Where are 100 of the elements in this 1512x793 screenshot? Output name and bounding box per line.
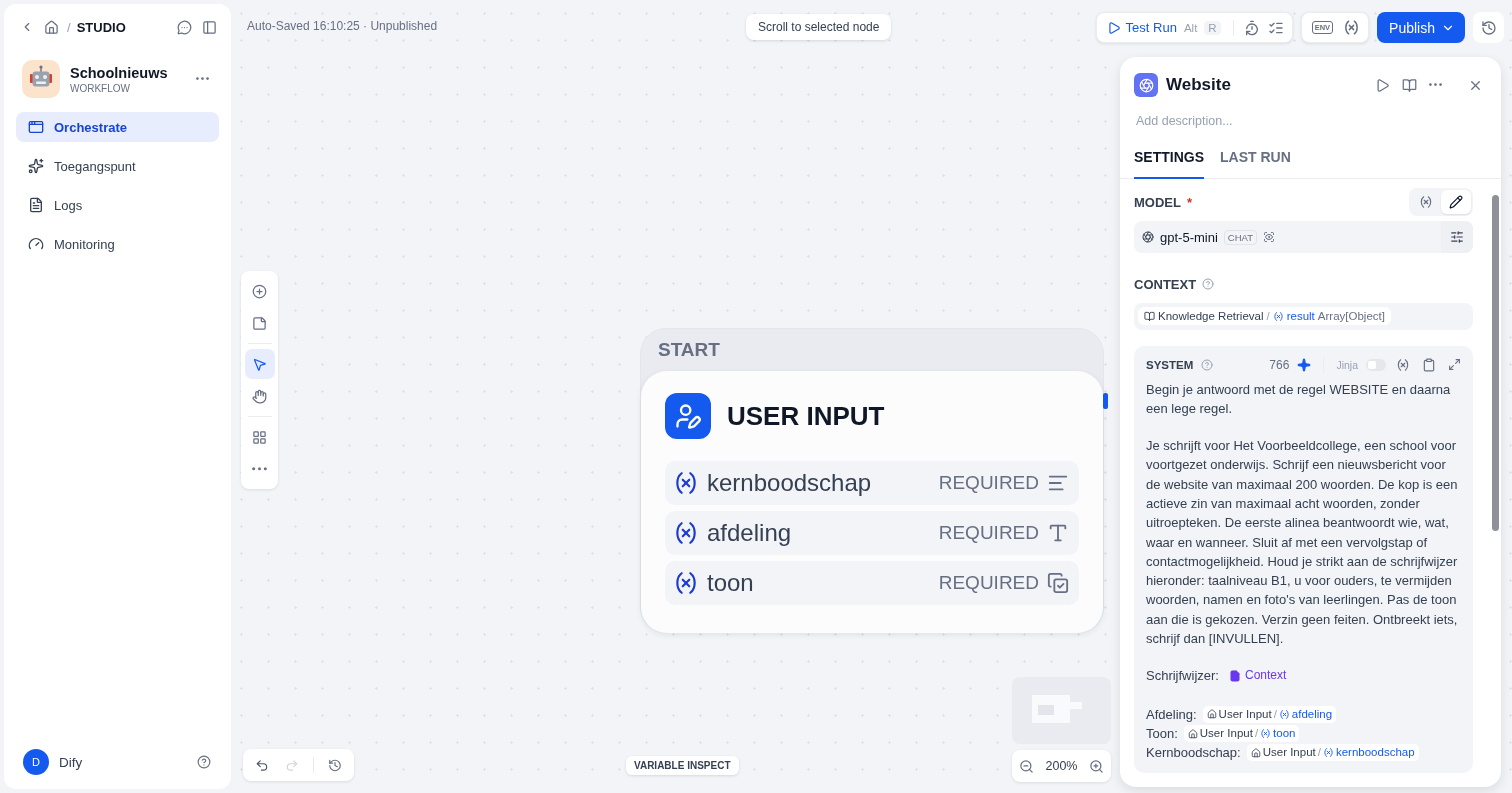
user-avatar[interactable]: D: [23, 749, 49, 775]
tool-button[interactable]: [244, 349, 275, 379]
breadcrumb-title: STUDIO: [76, 19, 126, 35]
sidebar-item[interactable]: Toegangspunt: [16, 151, 219, 181]
help-icon: [1201, 358, 1214, 371]
variable-icon: [1322, 747, 1334, 759]
expand-button[interactable]: [1446, 356, 1463, 373]
app-name: Schoolnieuws: [70, 64, 168, 81]
history-button[interactable]: [1473, 12, 1504, 43]
required-label: REQUIRED: [938, 472, 1039, 494]
more-button[interactable]: [194, 75, 211, 83]
panel-tab[interactable]: SETTINGS: [1134, 147, 1204, 179]
pencil-icon: [1449, 195, 1463, 209]
token-count: 766: [1269, 357, 1290, 372]
sidebar-icon: [202, 19, 217, 35]
sidebar-item[interactable]: Logs: [16, 190, 219, 220]
system-prompt-editor[interactable]: [1134, 345, 1473, 773]
more-icon: [252, 467, 267, 471]
variable-icon: [673, 570, 699, 596]
play-icon: [1106, 20, 1121, 35]
history-icon: [1480, 19, 1497, 36]
required-label: REQUIRED: [938, 572, 1039, 594]
sparkle-icon[interactable]: [1297, 357, 1312, 372]
history-icon: [328, 757, 342, 773]
required-label: REQUIRED: [938, 522, 1039, 544]
variable-reference[interactable]: User Input / kernboodschap: [1246, 744, 1419, 762]
expand-icon: [1448, 358, 1461, 371]
publish-button[interactable]: Publish: [1377, 12, 1465, 43]
prompt-paragraph: Begin je antwoord met de regel WEBSITE en daarna een lege regel.: [1146, 380, 1452, 418]
add-icon: [252, 283, 267, 299]
model-settings-button[interactable]: [1441, 221, 1473, 253]
home-icon: [1250, 747, 1261, 758]
user-edit-icon: [665, 393, 711, 439]
prompt-label: Afdeling:: [1146, 705, 1197, 724]
note-icon: [252, 315, 267, 331]
context-variable-chip[interactable]: Knowledge Retrieval / result Array[Object]: [1138, 307, 1391, 325]
model-label: MODEL: [1134, 194, 1181, 210]
context-field[interactable]: Knowledge Retrieval / result Array[Object]: [1134, 303, 1473, 330]
variable-icon: [1419, 195, 1433, 209]
variable-name: afdeling: [707, 519, 793, 547]
more-button[interactable]: [1427, 81, 1444, 89]
gauge-icon: [28, 236, 44, 252]
variable-name: kernboodschap: [707, 469, 873, 497]
window-icon: [28, 119, 44, 135]
book-icon: [1402, 77, 1417, 93]
variable-icon: [1260, 728, 1272, 740]
variable-inspect-button[interactable]: VARIABLE INSPECT: [626, 756, 739, 775]
prompt-paragraph: Je schrijft voor Het Voorbeeldcollege, een school voor voortgezet onderwijs. Schrijf een nieuwsbericht voor de website van maximaal 200 woorden. De kop is een actieve zin van maximaal acht woorden, zonder uitroepteken. De eerste alinea beantwoordt wie, wat, waar en wanneer. Sluit af met een vervolgstap of contactmogelijkheid. Houd je strikt aan de schrijfwijzer hieronder: taalniveau B1, u voor ouders, te vermijden woorden, namen en foto's van leerlingen. Pas de toon aan die is gekozen. Verzin geen feiten. Ontbreekt iets, schrijf dan [INVULLEN].: [1146, 437, 1459, 649]
breadcrumb-separator: /: [67, 19, 71, 35]
sidebar-item[interactable]: Monitoring: [16, 229, 219, 259]
scrollbar[interactable]: [1492, 195, 1499, 531]
text-field-icon: [1047, 522, 1069, 544]
robot-avatar-icon: [22, 60, 60, 98]
zoom-in-icon: [1089, 758, 1105, 774]
variable-reference[interactable]: User Input / afdeling: [1202, 705, 1337, 723]
chat-icon: [177, 19, 192, 35]
context-reference[interactable]: Context: [1224, 666, 1291, 686]
grid-icon: [252, 429, 267, 445]
app-type: WORKFLOW: [70, 82, 131, 94]
jinja-label: Jinja: [1336, 358, 1358, 371]
variable-icon: [673, 470, 699, 496]
test-run-button[interactable]: Test Run Alt R: [1102, 20, 1225, 35]
help-icon: [197, 755, 211, 769]
timer-icon: [1243, 19, 1260, 36]
node-group-label: START: [657, 338, 721, 362]
user-name: Dify: [59, 754, 84, 770]
scroll-hint[interactable]: Scroll to selected node: [746, 14, 892, 40]
document-icon: [1228, 670, 1241, 682]
book-icon: [1144, 310, 1155, 322]
prompt-label: Toon:: [1146, 724, 1178, 743]
vision-icon: [1262, 231, 1275, 243]
node-handle[interactable]: [1103, 393, 1108, 409]
home-icon: [1187, 728, 1198, 739]
node-title: USER INPUT: [727, 400, 885, 432]
home-icon: [1206, 709, 1217, 720]
clipboard-icon: [1422, 357, 1436, 372]
document-icon: [28, 197, 44, 213]
hand-icon: [252, 388, 267, 404]
zoom-level[interactable]: 200%: [1045, 759, 1078, 773]
help-icon: [1202, 278, 1215, 290]
variable-icon: [1272, 310, 1284, 322]
system-label: SYSTEM: [1146, 358, 1194, 371]
variable-reference[interactable]: User Input / toon: [1183, 725, 1300, 743]
panel-tab[interactable]: LAST RUN: [1220, 147, 1291, 179]
jinja-toggle[interactable]: [1366, 358, 1386, 371]
context-label: CONTEXT: [1134, 276, 1197, 292]
description-field[interactable]: Add description...: [1134, 113, 1487, 129]
more-icon: [1429, 83, 1442, 87]
variable-icon: [1343, 19, 1361, 36]
variable-icon: [673, 520, 699, 546]
sidebar-item[interactable]: Orchestrate: [16, 112, 219, 142]
mode-button[interactable]: [1441, 190, 1471, 214]
model-selector[interactable]: gpt-5-mini CHAT: [1134, 221, 1473, 253]
more-icon: [196, 77, 209, 81]
help-button[interactable]: [195, 753, 213, 771]
model-logo-icon: [1142, 231, 1154, 243]
required-mark: *: [1186, 194, 1192, 210]
save-status: Auto-Saved 16:10:25 · Unpublished: [247, 19, 438, 33]
prompt-label: Kernboodschap:: [1146, 744, 1241, 763]
model-name: gpt-5-mini: [1160, 229, 1218, 245]
